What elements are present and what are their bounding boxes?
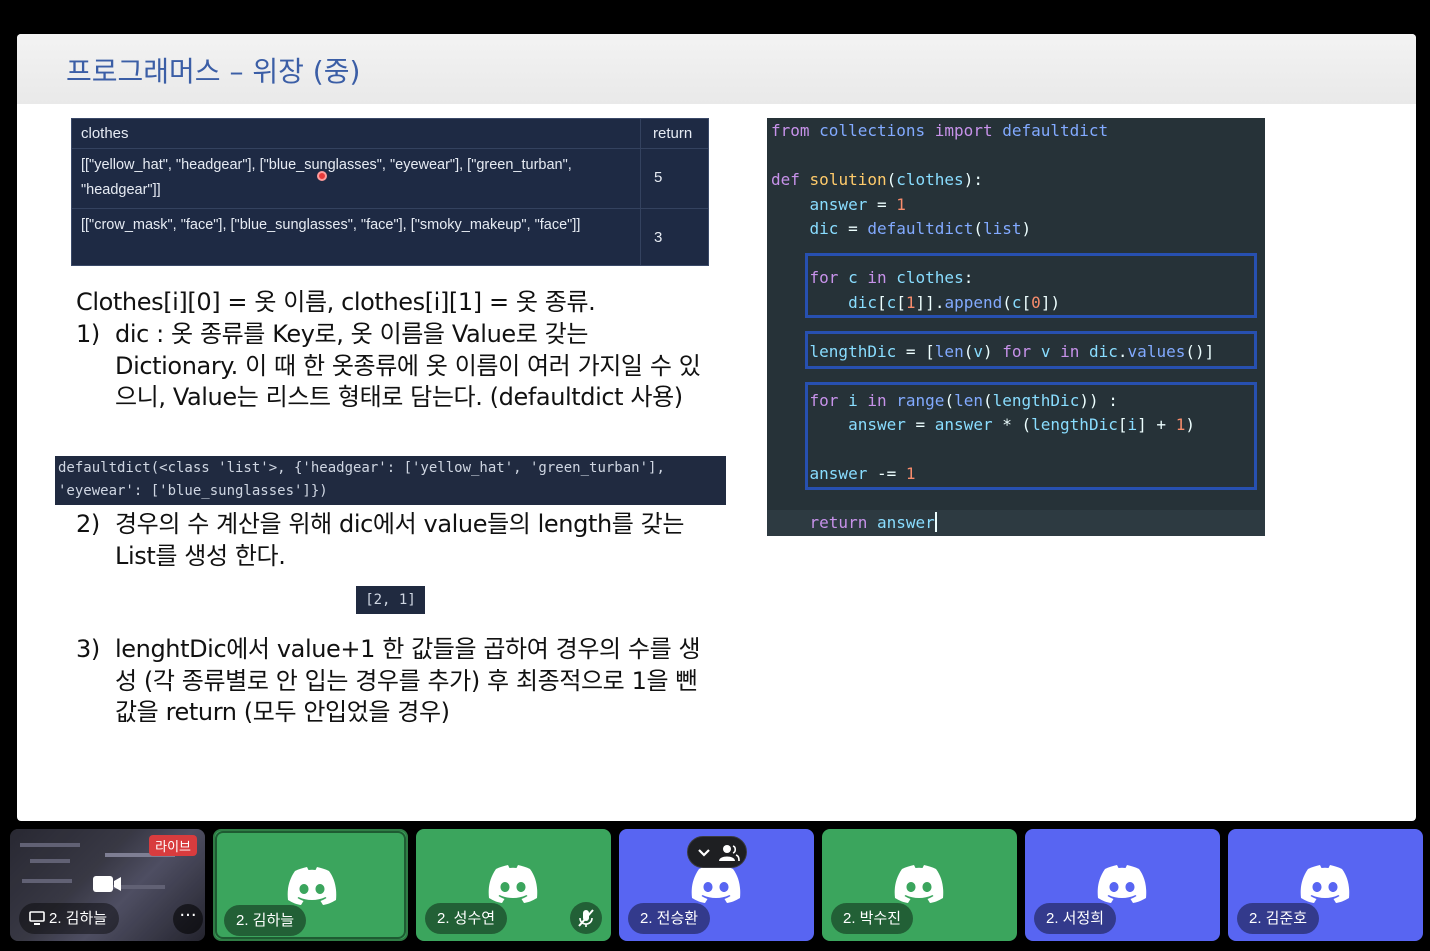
code-line: for c in clothes:: [809, 268, 974, 287]
participant-tile-screen[interactable]: 라이브 2. 김하늘 ···: [10, 829, 205, 941]
chevron-down-icon: [698, 849, 710, 857]
table-cell-return: 3: [654, 229, 663, 246]
code-panel: from collections import defaultdict def s…: [767, 118, 1265, 536]
mic-muted-indicator: [570, 902, 602, 934]
participant-name: 2. 성수연: [437, 910, 496, 927]
header-clothes: clothes: [81, 125, 129, 142]
length-list-output: [2, 1]: [356, 586, 425, 614]
camera-icon: [93, 876, 121, 892]
table-row: [["crow_mask", "face"], ["blue_sunglasse…: [72, 209, 708, 267]
code-line: return answer: [809, 512, 937, 532]
clothes-table: clothes return [["yellow_hat", "headgear…: [71, 118, 709, 266]
discord-logo-icon: [894, 865, 944, 903]
mic-muted-icon: [578, 909, 594, 927]
table-header: clothes return: [72, 119, 708, 149]
code-line: answer -= 1: [809, 464, 916, 483]
participant-tile[interactable]: 2. 김준호: [1228, 829, 1423, 941]
participant-name: 2. 김하늘: [49, 910, 108, 927]
monitor-icon: [29, 911, 45, 925]
discord-logo-icon: [1097, 865, 1147, 903]
more-icon: ···: [179, 905, 197, 926]
participant-name: 2. 김하늘: [236, 912, 295, 929]
defaultdict-output: defaultdict(<class 'list'>, {'headgear':…: [55, 456, 726, 505]
participant-name: 2. 박수진: [843, 910, 902, 927]
table-cell-clothes: [["crow_mask", "face"], ["blue_sunglasse…: [81, 217, 581, 233]
code-line: dic[c[1]].append(c[0]): [848, 292, 1061, 312]
participant-name-pill: 2. 성수연: [425, 903, 508, 934]
step-number: 2): [76, 510, 100, 538]
participant-tile[interactable]: 2. 서정희: [1025, 829, 1220, 941]
bottom-strip: [0, 943, 1430, 951]
text-caret: [934, 512, 937, 532]
intro-text: Clothes[i][0] = 옷 이름, clothes[i][1] = 옷 …: [76, 288, 596, 316]
live-badge: 라이브: [149, 835, 197, 856]
participant-tile[interactable]: 2. 성수연: [416, 829, 611, 941]
participant-name: 2. 서정희: [1046, 910, 1105, 927]
participants-toggle-button[interactable]: [687, 836, 747, 868]
table-row: [["yellow_hat", "headgear"], ["blue_sung…: [72, 149, 708, 209]
participant-name-pill: 2. 서정희: [1034, 903, 1117, 934]
code-line: dic = defaultdict(list): [809, 219, 1032, 238]
discord-logo-icon: [287, 867, 337, 905]
participant-name-pill: 2. 전승환: [628, 903, 711, 934]
discord-logo-icon: [691, 865, 741, 903]
code-line: from collections import defaultdict: [771, 121, 1109, 140]
participant-name: 2. 전승환: [640, 910, 699, 927]
step-text: 경우의 수 계산을 위해 dic에서 value들의 length를 갖는 Li…: [115, 510, 685, 570]
table-cell-return: 5: [654, 169, 663, 186]
step-text: lenghtDic에서 value+1 한 값들을 곱하여 경우의 수를 생성 …: [115, 635, 701, 726]
code-line: answer = 1: [809, 194, 906, 214]
participant-name-pill: 2. 박수진: [831, 903, 914, 934]
step-number: 3): [76, 635, 100, 663]
participant-name-pill: 2. 김하늘: [224, 905, 307, 936]
more-options-button[interactable]: ···: [173, 904, 203, 934]
header-return: return: [653, 125, 693, 142]
participant-tile[interactable]: 2. 김하늘: [213, 829, 408, 941]
slide-title: 프로그래머스 – 위장 (중): [66, 55, 361, 88]
table-cell-clothes: [["yellow_hat", "headgear"], ["blue_sung…: [81, 157, 572, 198]
participant-tile[interactable]: 2. 박수진: [822, 829, 1017, 941]
step-number: 1): [76, 320, 100, 348]
step-text: dic : 옷 종류를 Key로, 옷 이름을 Value로 갖는 Dictio…: [115, 320, 701, 411]
code-line: for i in range(len(lengthDic)) :: [809, 390, 1118, 410]
participant-name: 2. 김준호: [1249, 910, 1308, 927]
shared-slide: 프로그래머스 – 위장 (중) clothes return [["yellow…: [17, 34, 1416, 821]
discord-logo-icon: [488, 865, 538, 903]
code-line: def solution(clothes):: [771, 170, 983, 189]
code-line: answer = answer * (lengthDic[i] + 1): [848, 415, 1195, 434]
participant-name-pill: 2. 김하늘: [19, 903, 120, 934]
pointer-cursor-icon: [317, 171, 327, 181]
people-icon: [719, 845, 740, 862]
discord-logo-icon: [1300, 865, 1350, 903]
participant-name-pill: 2. 김준호: [1237, 903, 1320, 934]
code-line: lengthDic = [len(v) for v in dic.values(…: [809, 341, 1215, 361]
